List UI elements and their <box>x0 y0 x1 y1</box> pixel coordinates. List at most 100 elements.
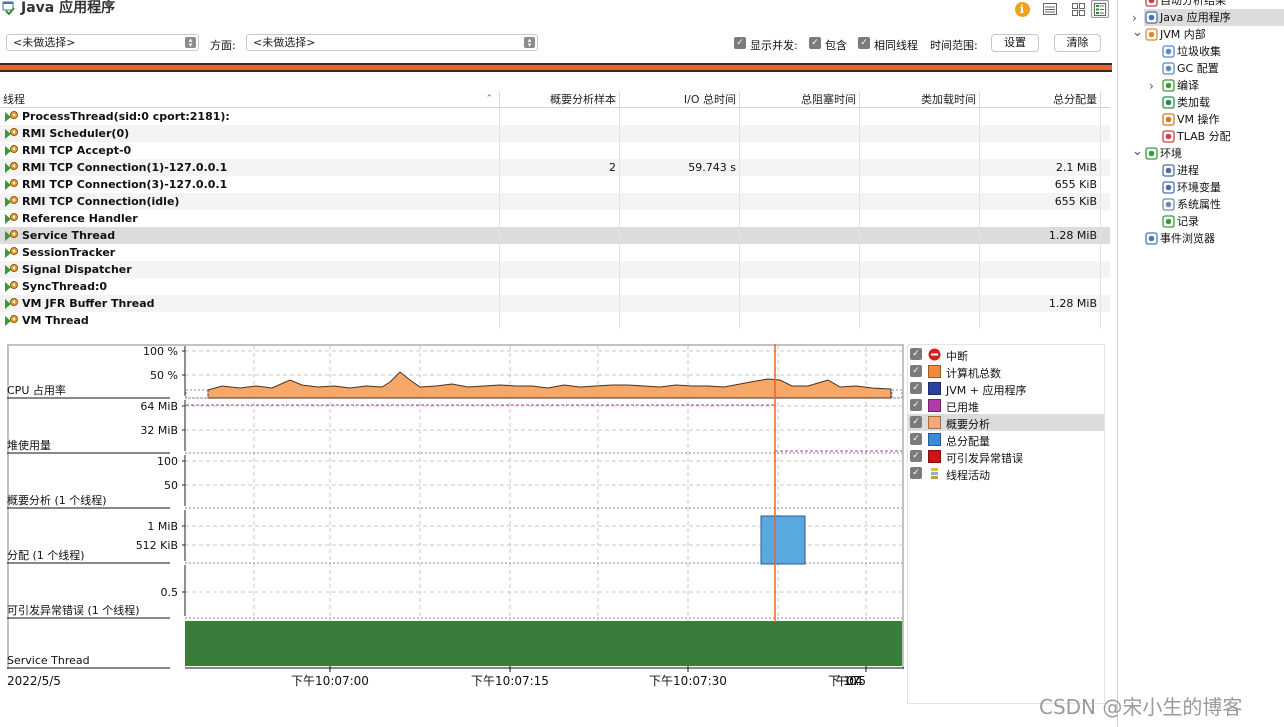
x-tick-label: 下午10:07:00 <box>291 674 369 688</box>
time-range-selector[interactable] <box>0 63 1112 72</box>
thread-name: RMI TCP Connection(1)-127.0.0.1 <box>0 159 500 176</box>
table-row[interactable]: Reference Handler <box>0 210 1110 227</box>
table-row[interactable]: RMI Scheduler(0) <box>0 125 1110 142</box>
table-row[interactable]: Service Thread 1.28 MiB <box>0 227 1110 244</box>
table-row[interactable]: RMI TCP Connection(3)-127.0.0.1 655 KiB <box>0 176 1110 193</box>
clear-button[interactable]: 清除 <box>1054 34 1101 52</box>
include-checkbox[interactable]: ✓ <box>809 37 821 49</box>
table-row[interactable]: RMI TCP Accept-0 <box>0 142 1110 159</box>
show-concurrent-checkbox[interactable]: ✓ <box>734 37 746 49</box>
table-row[interactable]: ProcessThread(sid:0 cport:2181): <box>0 108 1110 125</box>
thread-name: RMI TCP Connection(3)-127.0.0.1 <box>0 176 500 193</box>
nav-item-analysis[interactable]: 自动分析结果 <box>1144 0 1284 9</box>
legend-checkbox[interactable]: ✓ <box>910 433 922 445</box>
nav-item-java-app[interactable]: Java 应用程序 <box>1144 9 1284 26</box>
nav-item-label: VM 操作 <box>1177 113 1220 126</box>
y-tick-label: 32 MiB <box>140 424 178 437</box>
legend-checkbox[interactable]: ✓ <box>910 467 922 479</box>
legend-checkbox[interactable]: ✓ <box>910 416 922 428</box>
settings-button[interactable]: 设置 <box>991 34 1039 52</box>
legend-item[interactable]: ✓ JVM + 应用程序 <box>908 380 1104 397</box>
nav-item-env-vars[interactable]: 环境变量 <box>1161 179 1284 196</box>
nav-item-label: 编译 <box>1177 79 1199 92</box>
nav-item-trash[interactable]: 垃圾收集 <box>1161 43 1284 60</box>
table-row[interactable]: Signal Dispatcher <box>0 261 1110 278</box>
legend-color-swatch <box>928 416 941 429</box>
nav-item-label: 记录 <box>1177 215 1199 228</box>
lane-label: 堆使用量 <box>7 439 51 452</box>
legend-item[interactable]: ✓ 计算机总数 <box>908 363 1104 380</box>
column-header-blocked[interactable]: 总阻塞时间 <box>740 91 860 108</box>
nav-item-jvm[interactable]: JVM 内部 <box>1144 26 1284 43</box>
grid-view-button[interactable] <box>1069 0 1087 18</box>
legend-checkbox[interactable]: ✓ <box>910 348 922 360</box>
thread-select[interactable]: <未做选择> ▴ ▾ <box>6 34 199 51</box>
compile-icon <box>1161 78 1176 93</box>
cell-samples <box>500 261 620 278</box>
thread-charts[interactable]: CPU 占用率 100 % 50 % 堆使用量 64 MiB 32 MiB 概要分析 (1 … <box>0 344 906 694</box>
cell-classload <box>860 244 980 261</box>
y-tick-label: 1 MiB <box>147 520 178 533</box>
legend-item[interactable]: ✓ 可引发异常错误 <box>908 448 1104 465</box>
nav-item-environment[interactable]: 环境 <box>1144 145 1284 162</box>
column-header-io[interactable]: I/O 总时间 <box>620 91 740 108</box>
nav-item-event-browser[interactable]: 事件浏览器 <box>1144 230 1284 247</box>
chevron-right-icon[interactable]: › <box>1132 11 1137 25</box>
aspect-select[interactable]: <未做选择> ▴ ▾ <box>246 34 538 51</box>
legend-checkbox[interactable]: ✓ <box>910 365 922 377</box>
chevron-down-icon[interactable]: ⌄ <box>1132 25 1143 40</box>
nav-item-process[interactable]: 进程 <box>1161 162 1284 179</box>
cell-io <box>620 295 740 312</box>
detail-view-button[interactable] <box>1091 0 1109 18</box>
nav-item-compile[interactable]: 编译 <box>1161 77 1284 94</box>
select-arrows-icon: ▴ ▾ <box>524 37 535 49</box>
cell-samples: 2 <box>500 159 620 176</box>
nav-item-system-props[interactable]: 系统属性 <box>1161 196 1284 213</box>
column-header-classload[interactable]: 类加载时间 <box>860 91 980 108</box>
nav-item-vm-ops[interactable]: VM 操作 <box>1161 111 1284 128</box>
cell-classload <box>860 312 980 329</box>
cell-blocked <box>740 244 860 261</box>
list-view-button[interactable] <box>1041 0 1059 18</box>
nav-item-gc-config[interactable]: GC 配置 <box>1161 60 1284 77</box>
info-button[interactable]: i <box>1013 0 1031 18</box>
same-thread-checkbox[interactable]: ✓ <box>858 37 870 49</box>
legend-item[interactable]: ✓ 总分配量 <box>908 431 1104 448</box>
legend-color-swatch <box>928 365 941 378</box>
allocation-bar <box>760 515 806 565</box>
y-tick-label: 100 <box>157 455 178 468</box>
table-row[interactable]: VM Thread <box>0 312 1110 329</box>
column-header-samples[interactable]: 概要分析样本 <box>500 91 620 108</box>
legend-item[interactable]: ✓ 已用堆 <box>908 397 1104 414</box>
y-tick-label: 512 KiB <box>136 539 178 552</box>
legend-checkbox[interactable]: ✓ <box>910 382 922 394</box>
thread-icon <box>5 162 18 173</box>
thread-name-text: Service Thread <box>22 229 116 242</box>
legend-checkbox[interactable]: ✓ <box>910 399 922 411</box>
nav-item-record[interactable]: 记录 <box>1161 213 1284 230</box>
cell-samples <box>500 295 620 312</box>
cell-alloc <box>980 210 1101 227</box>
table-row[interactable]: VM JFR Buffer Thread 1.28 MiB <box>0 295 1110 312</box>
cell-classload <box>860 142 980 159</box>
y-tick-label: 100 % <box>143 345 178 358</box>
thread-name: Reference Handler <box>0 210 500 227</box>
table-row[interactable]: RMI TCP Connection(idle) 655 KiB <box>0 193 1110 210</box>
legend-item[interactable]: ✓ 线程活动 <box>908 465 1104 482</box>
chevron-right-icon[interactable]: › <box>1149 79 1154 93</box>
nav-item-class-load[interactable]: 类加载 <box>1161 94 1284 111</box>
table-row[interactable]: RMI TCP Connection(1)-127.0.0.1 2 59.743 s… <box>0 159 1110 176</box>
thread-name-text: VM JFR Buffer Thread <box>22 297 155 310</box>
legend-checkbox[interactable]: ✓ <box>910 450 922 462</box>
legend-item[interactable]: ✓ 中断 <box>908 346 1104 363</box>
column-header-alloc[interactable]: 总分配量 <box>980 91 1101 108</box>
nav-item-label: Java 应用程序 <box>1160 11 1231 24</box>
chevron-down-icon[interactable]: ⌄ <box>1132 144 1143 159</box>
column-header-thread[interactable]: 线程 ⌃ <box>0 91 500 108</box>
legend-item[interactable]: ✓ 概要分析 <box>908 414 1104 431</box>
table-row[interactable]: SessionTracker <box>0 244 1110 261</box>
thread-icon <box>5 281 18 292</box>
nav-item-tlab[interactable]: TLAB 分配 <box>1161 128 1284 145</box>
table-row[interactable]: SyncThread:0 <box>0 278 1110 295</box>
cell-classload <box>860 108 980 125</box>
